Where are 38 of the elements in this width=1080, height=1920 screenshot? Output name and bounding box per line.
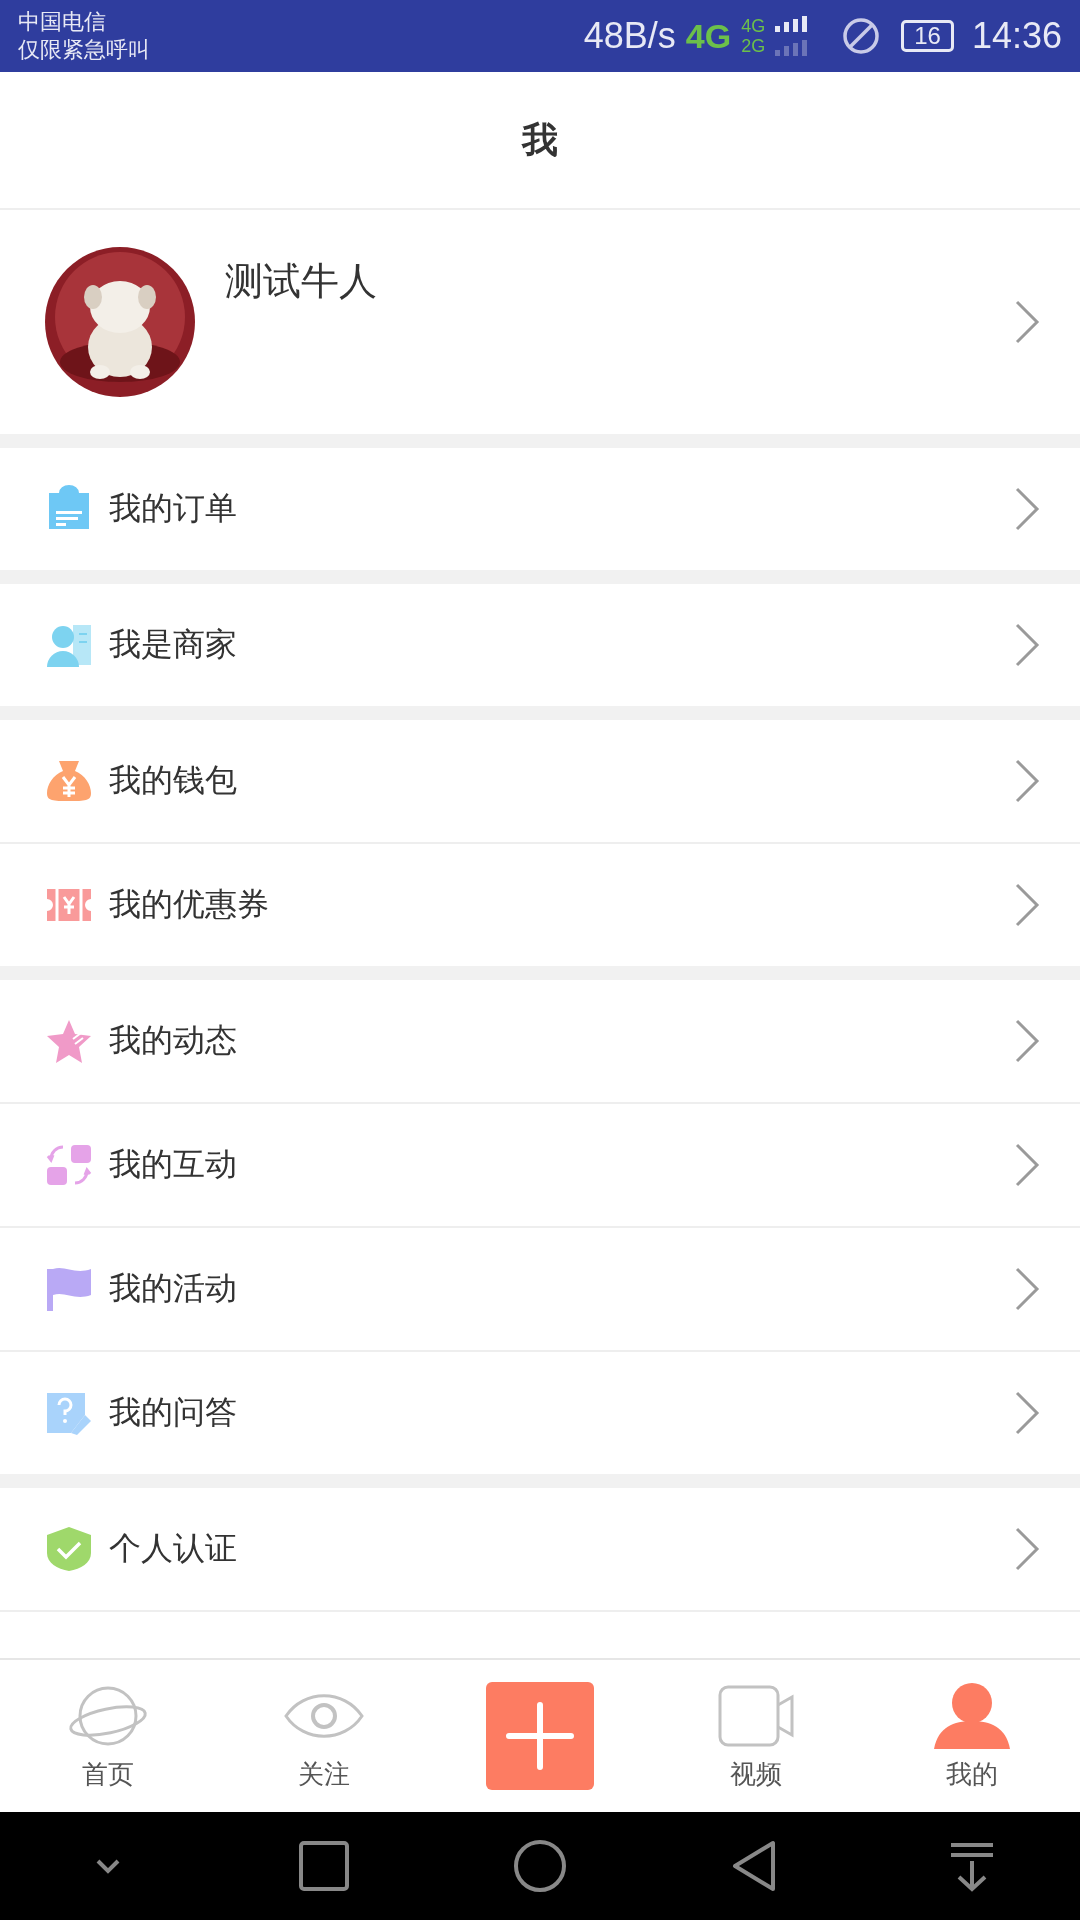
nav-tab[interactable]: 首页 <box>0 1680 216 1792</box>
network-type: 4G <box>685 16 732 56</box>
nav-tab[interactable]: 关注 <box>216 1680 432 1792</box>
network-speed: 48B/s <box>583 15 676 57</box>
menu-item-label[interactable]: 我的动态 <box>109 1019 1014 1063</box>
nav-tab[interactable]: 视频 <box>648 1680 864 1792</box>
sim-network-type: 2G <box>741 36 766 56</box>
sim-network-type: 4G <box>741 16 766 36</box>
chevron-right-icon <box>1014 1390 1040 1436</box>
nav-tab[interactable]: 我的 <box>864 1680 1080 1792</box>
flag-icon <box>45 1265 93 1313</box>
clock: 14:36 <box>971 15 1062 57</box>
profile-name[interactable]: 测试牛人 <box>225 256 1014 307</box>
emergency-calls-text: 仅限紧急呼叫 <box>18 36 150 64</box>
plus-icon <box>505 1701 575 1771</box>
chevron-right-icon <box>1014 1018 1040 1064</box>
person-icon <box>932 1680 1012 1751</box>
chevron-right-icon <box>1014 882 1040 928</box>
add-button[interactable] <box>486 1682 594 1790</box>
chevron-right-icon <box>1014 486 1040 532</box>
do-not-disturb-icon <box>841 16 882 56</box>
menu-item-label[interactable]: 我的活动 <box>109 1267 1014 1311</box>
menu-item-label[interactable]: 我的钱包 <box>109 759 1014 803</box>
page-title: 我 <box>522 117 558 162</box>
chevron-right-icon <box>1014 758 1040 804</box>
menu-item-label[interactable]: 我的优惠券 <box>109 883 1014 927</box>
carrier-name: 中国电信 <box>18 8 107 36</box>
chevron-right-icon <box>1014 1526 1040 1572</box>
home-circle-icon[interactable] <box>513 1839 567 1893</box>
battery-level: 16 <box>901 20 954 52</box>
menu-item-label[interactable]: 我的互动 <box>109 1143 1014 1187</box>
chevron-right-icon <box>1014 299 1040 345</box>
menu-item-label[interactable]: 我的问答 <box>109 1391 1014 1435</box>
recent-apps-icon[interactable] <box>297 1839 351 1893</box>
shield-check-icon <box>45 1525 93 1573</box>
chevron-right-icon <box>1014 622 1040 668</box>
chevron-right-icon <box>1014 1266 1040 1312</box>
chevron-right-icon <box>1014 1142 1040 1188</box>
